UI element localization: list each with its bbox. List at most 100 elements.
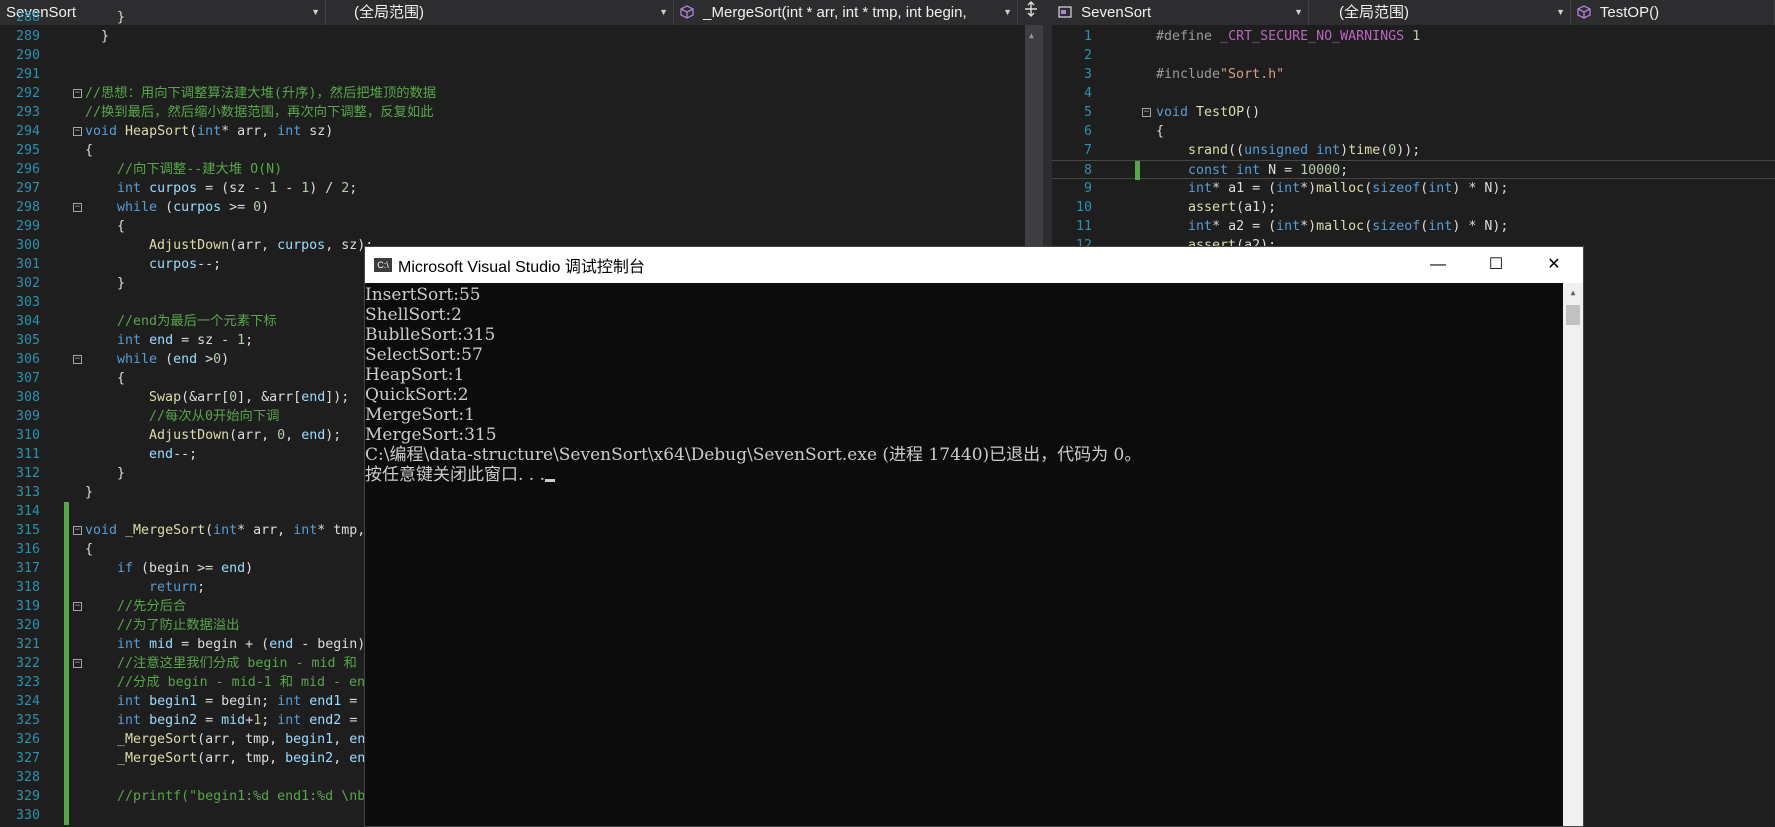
- code-line[interactable]: 290: [0, 46, 1043, 65]
- line-number: 301: [15, 257, 40, 272]
- collapse-toggle-icon[interactable]: −: [1142, 108, 1151, 117]
- code-text: {: [85, 542, 94, 557]
- code-line[interactable]: 293 //换到最后，然后缩小数据范围，再次向下调整，反复如此: [0, 103, 1043, 122]
- line-number: 297: [15, 181, 40, 196]
- code-line[interactable]: 9 int* a1 = (int*)malloc(sizeof(int) * N…: [1052, 179, 1775, 198]
- line-number: 327: [15, 751, 40, 766]
- code-text: //每次从0开始向下调: [149, 409, 280, 424]
- change-marker: [64, 692, 69, 711]
- console-output[interactable]: InsertSort:55 ShellSort:2 BublleSort:315 Se…: [365, 283, 1563, 826]
- code-line[interactable]: 298 − while (curpos >= 0): [0, 198, 1043, 217]
- code-line[interactable]: 292 −//思想：用向下调整算法建大堆(升序)，然后把堆顶的数据: [0, 84, 1043, 103]
- change-marker: [64, 597, 69, 616]
- console-line: C:\编程\data-structure\SevenSort\x64\Debug…: [365, 445, 1142, 465]
- collapse-toggle-icon[interactable]: −: [73, 89, 82, 98]
- code-line[interactable]: 299 {: [0, 217, 1043, 236]
- change-marker: [64, 711, 69, 730]
- code-text: void _MergeSort(int* arr, int* tmp,: [85, 523, 366, 538]
- collapse-toggle-icon[interactable]: −: [73, 659, 82, 668]
- code-line[interactable]: 294 − void HeapSort(int* arr, int sz): [0, 122, 1043, 141]
- code-line[interactable]: 6{: [1052, 122, 1775, 141]
- line-number: 317: [15, 561, 40, 576]
- line-number: 298: [15, 200, 40, 215]
- collapse-toggle-icon[interactable]: −: [73, 355, 82, 364]
- line-number: 320: [15, 618, 40, 633]
- code-line[interactable]: 5 − void TestOP(): [1052, 103, 1775, 122]
- line-number: 302: [15, 276, 40, 291]
- line-number: 4: [1083, 86, 1092, 101]
- collapse-toggle-icon[interactable]: −: [73, 127, 82, 136]
- line-number: 7: [1083, 143, 1092, 158]
- code-text: {: [1156, 124, 1165, 139]
- code-line[interactable]: 291: [0, 65, 1043, 84]
- code-line[interactable]: 288 }: [0, 8, 1043, 27]
- scroll-up-icon[interactable]: ▲: [1029, 31, 1034, 40]
- code-line[interactable]: 296 //向下调整--建大堆 O(N): [0, 160, 1043, 179]
- line-number: 309: [15, 409, 40, 424]
- cube-icon: [1577, 5, 1591, 19]
- change-marker: [64, 787, 69, 806]
- code-line[interactable]: 297 int curpos = (sz - 1 - 1) / 2;: [0, 179, 1043, 198]
- right-project-dropdown[interactable]: SevenSort ▼: [1052, 0, 1309, 25]
- line-number: 289: [15, 29, 40, 44]
- line-number: 305: [15, 333, 40, 348]
- line-number: 312: [15, 466, 40, 481]
- console-title-bar[interactable]: C:\ Microsoft Visual Studio 调试控制台 — ☐ ✕: [365, 247, 1583, 283]
- line-number: 328: [15, 770, 40, 785]
- line-number: 304: [15, 314, 40, 329]
- code-text: Swap(&arr[0], &arr[end]);: [149, 390, 350, 405]
- code-line[interactable]: 1 #define _CRT_SECURE_NO_WARNINGS 1: [1052, 27, 1775, 46]
- line-number: 295: [15, 143, 40, 158]
- text-cursor: [545, 479, 556, 482]
- collapse-toggle-icon[interactable]: −: [73, 526, 82, 535]
- line-number: 306: [15, 352, 40, 367]
- console-line: 按任意键关闭此窗口. . .: [365, 465, 1563, 485]
- minimize-button[interactable]: —: [1409, 247, 1467, 283]
- code-line[interactable]: 3 #include"Sort.h": [1052, 65, 1775, 84]
- close-button[interactable]: ✕: [1525, 247, 1583, 283]
- line-number: 310: [15, 428, 40, 443]
- code-text: #define _CRT_SECURE_NO_WARNINGS 1: [1156, 29, 1421, 44]
- console-line: MergeSort:1: [365, 405, 475, 425]
- right-scope-dropdown[interactable]: (全局范围) ▼: [1309, 0, 1571, 25]
- code-line[interactable]: 11 int* a2 = (int*)malloc(sizeof(int) * …: [1052, 217, 1775, 236]
- line-number: 314: [15, 504, 40, 519]
- line-number: 324: [15, 694, 40, 709]
- chevron-down-icon: ▼: [1294, 7, 1303, 17]
- right-navigation-bar: SevenSort ▼ (全局范围) ▼ TestOP(): [1052, 0, 1775, 25]
- code-line[interactable]: 8 const int N = 10000;: [1052, 160, 1775, 180]
- scrollbar-thumb[interactable]: [1566, 305, 1580, 325]
- line-number: 11: [1075, 219, 1092, 234]
- line-number: 8: [1083, 163, 1092, 178]
- collapse-toggle-icon[interactable]: −: [73, 203, 82, 212]
- change-marker: [64, 559, 69, 578]
- code-text: }: [85, 29, 110, 44]
- line-number: 6: [1083, 124, 1092, 139]
- code-text: _MergeSort(arr, tmp, begin1, end: [117, 732, 374, 747]
- line-number: 10: [1075, 200, 1092, 215]
- right-function-dropdown[interactable]: TestOP(): [1571, 0, 1775, 25]
- line-number: 1: [1083, 29, 1092, 44]
- collapse-toggle-icon[interactable]: −: [73, 602, 82, 611]
- console-scrollbar[interactable]: ▲: [1563, 283, 1583, 826]
- code-line[interactable]: 10 assert(a1);: [1052, 198, 1775, 217]
- code-text: {: [85, 219, 126, 234]
- line-number: 330: [15, 808, 40, 823]
- code-line[interactable]: 7 srand((unsigned int)time(0));: [1052, 141, 1775, 160]
- line-number: 315: [15, 523, 40, 538]
- code-line[interactable]: 295 {: [0, 141, 1043, 160]
- line-number: 300: [15, 238, 40, 253]
- line-number: 326: [15, 732, 40, 747]
- code-text: //向下调整--建大堆 O(N): [117, 162, 283, 177]
- debug-console-window[interactable]: C:\ Microsoft Visual Studio 调试控制台 — ☐ ✕ …: [364, 246, 1584, 827]
- code-text: int curpos = (sz - 1 - 1) / 2;: [117, 181, 358, 196]
- code-line[interactable]: 4: [1052, 84, 1775, 103]
- code-line[interactable]: 2: [1052, 46, 1775, 65]
- code-line[interactable]: 289 }: [0, 27, 1043, 46]
- line-number: 303: [15, 295, 40, 310]
- scroll-up-icon[interactable]: ▲: [1563, 283, 1583, 303]
- code-text: end--;: [149, 447, 198, 462]
- maximize-button[interactable]: ☐: [1467, 247, 1525, 283]
- line-number: 319: [15, 599, 40, 614]
- code-text: int mid = begin + (end - begin): [117, 637, 366, 652]
